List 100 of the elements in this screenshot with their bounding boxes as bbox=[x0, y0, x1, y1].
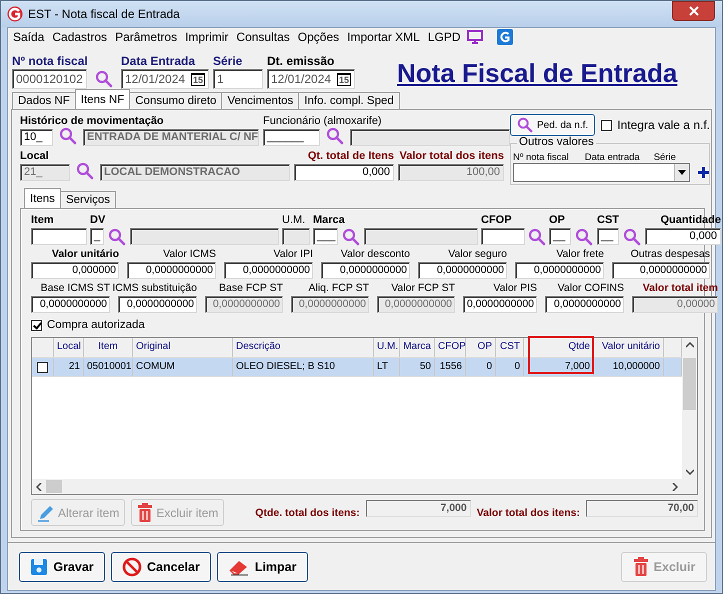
column-header[interactable]: CST bbox=[496, 338, 524, 357]
input-field[interactable]: 100,00 bbox=[398, 164, 504, 181]
search-icon[interactable] bbox=[575, 228, 593, 246]
close-button[interactable] bbox=[672, 1, 715, 21]
column-header[interactable]: Valor unitário bbox=[594, 338, 664, 357]
input-field[interactable] bbox=[481, 228, 525, 245]
vertical-scrollbar[interactable] bbox=[682, 338, 697, 494]
menu-item[interactable]: Consultas bbox=[234, 30, 296, 44]
input-field[interactable]: 0,0000000000 bbox=[118, 296, 197, 313]
search-icon[interactable] bbox=[517, 117, 533, 133]
column-header[interactable]: Descrição bbox=[233, 338, 374, 357]
search-icon[interactable] bbox=[59, 127, 77, 145]
scroll-thumb[interactable] bbox=[683, 358, 696, 410]
input-field[interactable]: 0,0000000000 bbox=[515, 262, 604, 279]
input-field[interactable]: 0,000000 bbox=[31, 262, 119, 279]
tab[interactable]: Serviços bbox=[60, 191, 116, 208]
column-header[interactable]: U.M. bbox=[374, 338, 400, 357]
search-icon[interactable] bbox=[108, 228, 126, 246]
input-field[interactable]: 0,0000000000 bbox=[545, 296, 624, 313]
input-field[interactable]: LOCAL DEMONSTRACAO bbox=[100, 164, 290, 181]
input-field[interactable]: ENTRADA DE MANTERIAL C/ NF bbox=[83, 129, 259, 146]
menu-item[interactable]: Cadastros bbox=[50, 30, 114, 44]
input-field[interactable]: 0,0000000000 bbox=[224, 262, 313, 279]
scroll-up-icon[interactable] bbox=[686, 342, 694, 348]
column-header[interactable]: Item bbox=[84, 338, 133, 357]
input-field[interactable]: ___ bbox=[313, 228, 338, 245]
input-field[interactable]: 0,0000000000 bbox=[205, 296, 283, 313]
dropdown[interactable] bbox=[513, 163, 690, 182]
input-field[interactable]: 0,0000000000 bbox=[418, 262, 507, 279]
input-field[interactable] bbox=[130, 228, 279, 245]
menu-item[interactable]: Parâmetros bbox=[113, 30, 184, 44]
calendar-button[interactable]: 15 bbox=[190, 72, 205, 86]
date-field[interactable]: 12/01/2024 15 bbox=[121, 69, 209, 89]
column-header[interactable]: Marca bbox=[400, 338, 435, 357]
field-label: Local bbox=[20, 149, 49, 164]
add-icon[interactable] bbox=[698, 167, 709, 178]
input-field[interactable]: 0,000 bbox=[294, 164, 394, 181]
table-row[interactable]: 21 05010001 COMUM OLEO DIESEL; B S10 LT 50 1556 0 0 7,000 10,000000 bbox=[32, 358, 682, 377]
field-label: CST bbox=[597, 213, 619, 228]
cancel-button[interactable]: Cancelar bbox=[111, 552, 211, 582]
search-icon[interactable] bbox=[623, 228, 641, 246]
input-field[interactable]: 0,0000000000 bbox=[612, 262, 710, 279]
scroll-down-icon[interactable] bbox=[686, 469, 694, 475]
menu-item[interactable]: Importar XML bbox=[345, 30, 426, 44]
menu-item[interactable]: Imprimir bbox=[183, 30, 234, 44]
search-icon[interactable] bbox=[95, 70, 113, 88]
input-field[interactable] bbox=[282, 228, 310, 245]
search-icon[interactable] bbox=[342, 228, 360, 246]
input-field[interactable]: ______ bbox=[263, 129, 320, 146]
input-field[interactable]: 0,0000000000 bbox=[291, 296, 369, 313]
horizontal-scrollbar[interactable] bbox=[32, 479, 682, 494]
search-icon[interactable] bbox=[528, 228, 546, 246]
checkbox-option[interactable]: Integra vale a n.f. bbox=[601, 118, 710, 132]
total-label: Valor total dos itens: bbox=[476, 506, 580, 518]
monitor-icon[interactable] bbox=[466, 30, 483, 44]
table-cell: 10,000000 bbox=[594, 358, 664, 376]
input-field[interactable]: 21_ bbox=[20, 164, 70, 181]
input-field[interactable]: __ bbox=[597, 228, 619, 245]
input-field[interactable]: 0,000 bbox=[645, 228, 721, 245]
tab[interactable]: Dados NF bbox=[12, 92, 76, 109]
input-field[interactable]: _ bbox=[90, 228, 104, 245]
app-logo-icon[interactable] bbox=[496, 29, 513, 45]
calendar-button[interactable]: 15 bbox=[336, 72, 351, 86]
tab[interactable]: Itens bbox=[24, 188, 61, 208]
input-field[interactable] bbox=[31, 228, 87, 245]
scroll-right-icon[interactable] bbox=[672, 482, 678, 490]
search-icon[interactable] bbox=[326, 127, 344, 145]
column-header[interactable]: Local bbox=[54, 338, 84, 357]
input-field[interactable]: 0,0000000000 bbox=[377, 296, 455, 313]
input-field[interactable]: 0,0000000000 bbox=[31, 296, 110, 313]
save-button[interactable]: Gravar bbox=[19, 552, 105, 582]
input-field[interactable]: 0,0000000000 bbox=[463, 296, 537, 313]
search-icon[interactable] bbox=[76, 162, 94, 180]
menu-item[interactable]: Saída bbox=[11, 30, 50, 44]
column-header[interactable]: OP bbox=[466, 338, 496, 357]
input-field[interactable]: 0,0000000000 bbox=[321, 262, 410, 279]
input-field[interactable] bbox=[364, 228, 478, 245]
menu-item[interactable]: Opções bbox=[296, 30, 346, 44]
order-search-button[interactable]: Ped. da n.f. bbox=[510, 114, 596, 136]
column-header[interactable]: Qtde bbox=[524, 338, 594, 357]
checkbox-option[interactable]: Compra autorizada bbox=[31, 319, 698, 331]
column-label: Série bbox=[654, 152, 676, 163]
column-header[interactable]: CFOP bbox=[435, 338, 466, 357]
input-field[interactable]: 10_ bbox=[20, 129, 53, 146]
tab[interactable]: Itens NF bbox=[74, 89, 130, 109]
input-field[interactable]: 1 bbox=[213, 69, 263, 89]
input-field[interactable] bbox=[350, 129, 510, 146]
tab[interactable]: Info. compl. Sped bbox=[298, 92, 400, 109]
date-field[interactable]: 12/01/2024 15 bbox=[267, 69, 355, 89]
input-field[interactable]: 0000120102 bbox=[12, 69, 87, 89]
input-field[interactable]: __ bbox=[549, 228, 571, 245]
menu-item[interactable]: LGPD bbox=[426, 30, 467, 44]
input-field[interactable]: 0,0000000000 bbox=[127, 262, 216, 279]
eraser-icon bbox=[228, 558, 250, 576]
scroll-left-icon[interactable] bbox=[36, 482, 42, 490]
input-field[interactable]: 0,00000 bbox=[632, 296, 718, 313]
column-header[interactable]: Original bbox=[133, 338, 233, 357]
row-checkbox[interactable] bbox=[37, 362, 48, 372]
scroll-thumb[interactable] bbox=[46, 480, 62, 493]
clear-button[interactable]: Limpar bbox=[216, 552, 308, 582]
